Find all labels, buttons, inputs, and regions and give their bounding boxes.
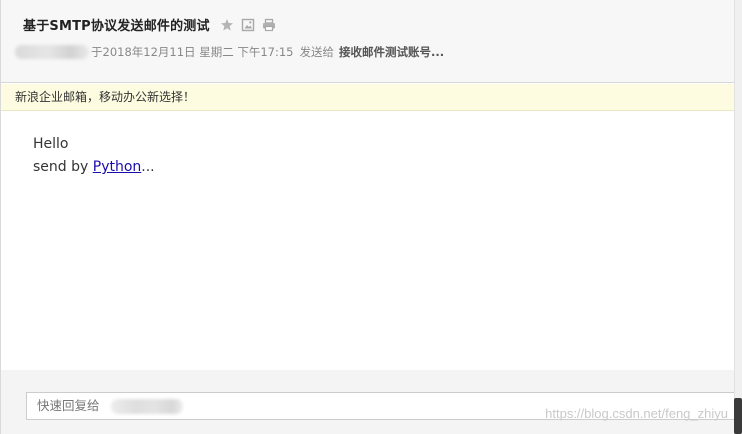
promo-notice-bar[interactable]: 新浪企业邮箱，移动办公新选择！ [1,84,735,111]
email-content: Hello send by Python... [33,133,155,179]
body-line-greeting: Hello [33,136,69,152]
sender-name-redacted [15,45,89,59]
quick-reply-placeholder: 快速回复给 [37,398,100,413]
image-icon[interactable] [241,18,255,32]
watermark-text: https://blog.csdn.net/feng_zhiyu [545,406,728,421]
python-link[interactable]: Python [93,159,142,175]
body-line-signature: send by Python... [33,156,155,179]
sent-to-label: 发送给 [299,45,334,59]
sent-date: 于2018年12月11日 星期二 下午17:15 [91,45,294,59]
email-view: 基于SMTP协议发送邮件的测试 于2018年12月11日 星期二 下午17:15… [0,0,742,434]
body-text-suffix: ... [141,159,155,175]
email-body: Hello send by Python... [1,111,735,370]
scrollbar-track[interactable] [734,0,742,434]
star-icon[interactable] [220,18,234,32]
quick-reply-area: 快速回复给 [1,370,738,434]
email-header: 基于SMTP协议发送邮件的测试 于2018年12月11日 星期二 下午17:15… [1,0,735,83]
scrollbar-thumb[interactable] [734,398,742,434]
subject-actions [220,18,276,32]
email-subject: 基于SMTP协议发送邮件的测试 [23,19,210,34]
print-icon[interactable] [262,18,276,32]
email-meta: 于2018年12月11日 星期二 下午17:15 发送给 接收邮件测试账号... [15,44,444,60]
reply-recipient-redacted [111,399,183,414]
body-text-prefix: send by [33,159,93,175]
recipient-name[interactable]: 接收邮件测试账号... [339,44,444,60]
subject-row: 基于SMTP协议发送邮件的测试 [23,15,276,34]
